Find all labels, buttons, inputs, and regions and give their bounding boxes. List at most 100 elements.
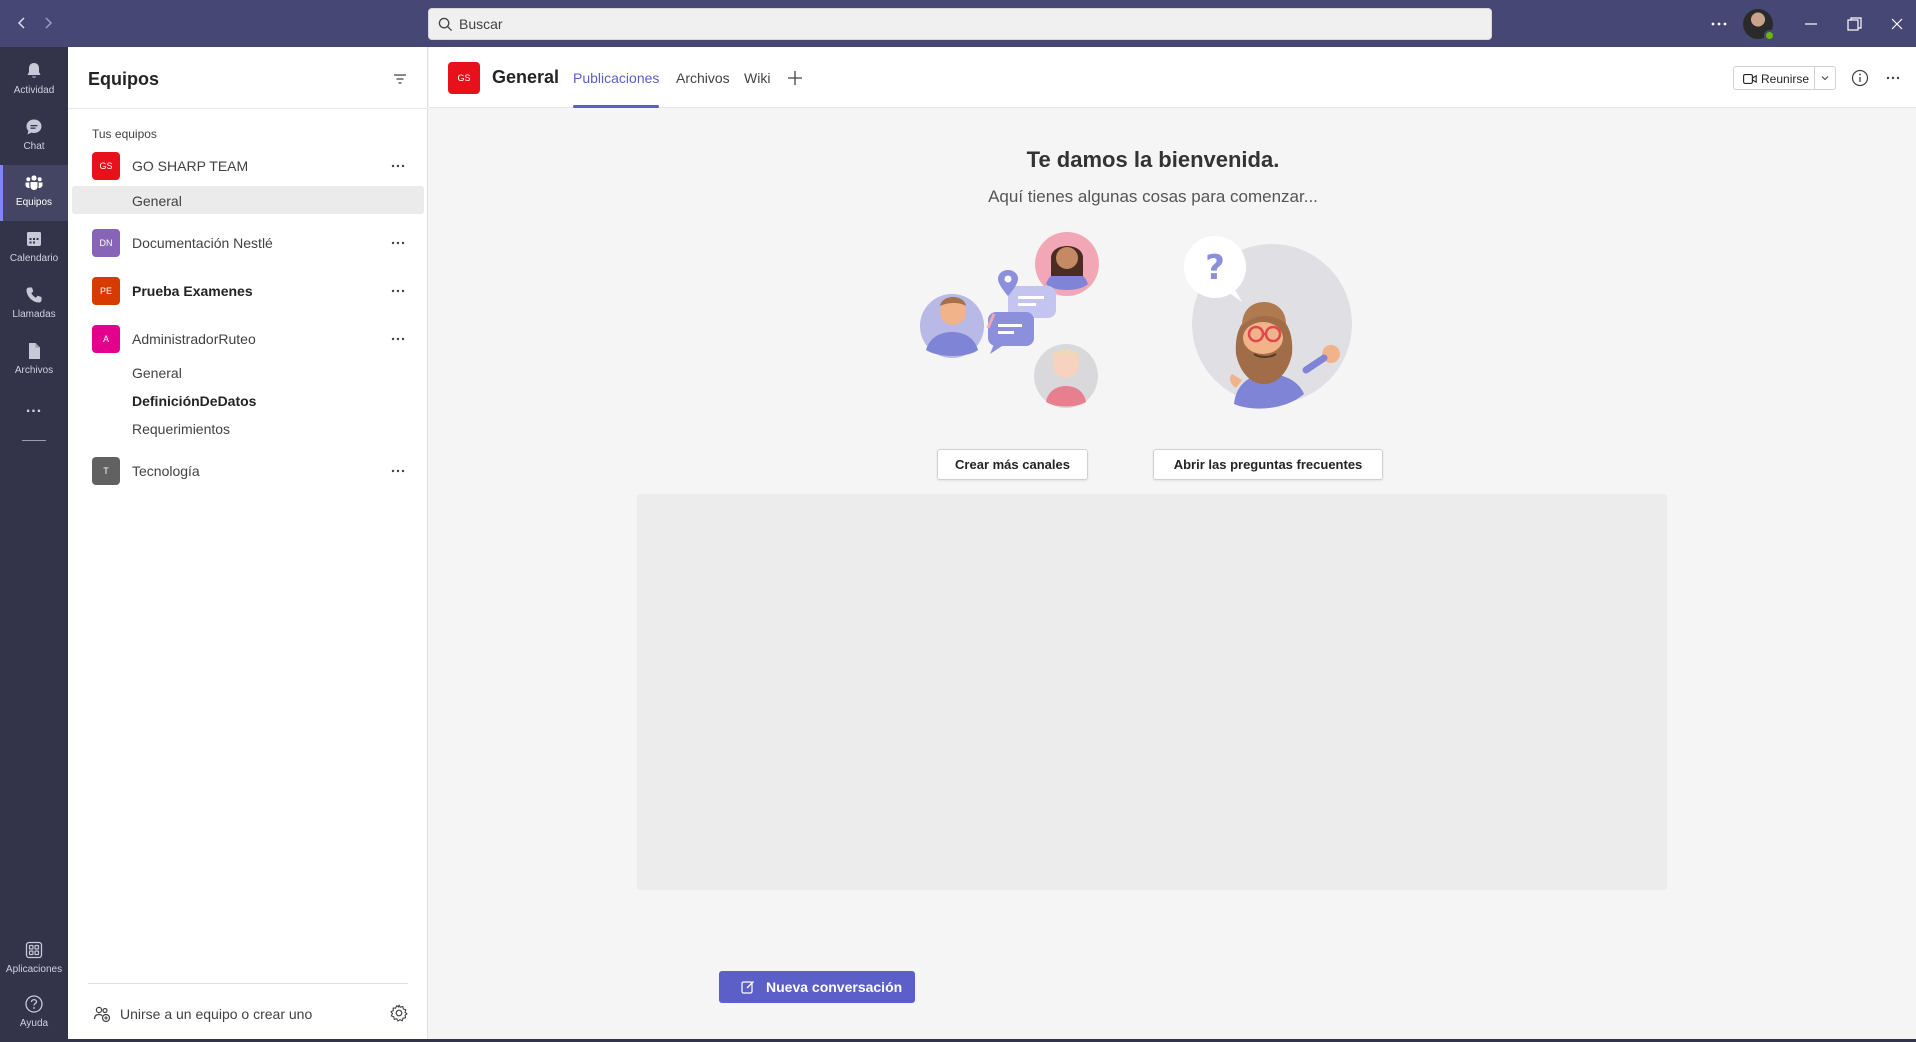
team-name: Documentación Nestlé xyxy=(132,235,273,251)
rail-label: Actividad xyxy=(13,85,55,96)
team-collaboration-illustration xyxy=(920,232,1104,416)
compose-icon xyxy=(741,980,755,994)
teams-panel: Equipos Tus equipos GS GO SHARP TEAM Gen… xyxy=(68,47,428,1042)
channel-name: General xyxy=(132,193,182,209)
team-avatar: A xyxy=(92,325,120,353)
svg-text:?: ? xyxy=(1205,248,1225,288)
team-row-documentacion[interactable]: DN Documentación Nestlé xyxy=(68,226,428,260)
team-name: GO SHARP TEAM xyxy=(132,158,249,174)
video-camera-icon xyxy=(1743,73,1757,85)
add-tab-icon[interactable] xyxy=(785,68,805,88)
more-options-icon[interactable] xyxy=(388,281,408,301)
chevron-down-icon[interactable] xyxy=(1814,66,1836,90)
create-channels-button[interactable]: Crear más canales xyxy=(937,449,1088,480)
panel-title: Equipos xyxy=(88,69,159,89)
close-icon[interactable] xyxy=(1883,10,1911,38)
faq-question-illustration: ? xyxy=(1176,234,1358,414)
open-faq-button[interactable]: Abrir las preguntas frecuentes xyxy=(1153,449,1383,480)
team-name: Prueba Examenes xyxy=(132,283,253,299)
rail-label: Calendario xyxy=(9,253,59,264)
channel-name: DefiniciónDeDatos xyxy=(132,393,257,409)
rail-label: Llamadas xyxy=(12,309,56,320)
active-tab-indicator xyxy=(573,105,659,108)
more-options-icon[interactable] xyxy=(388,156,408,176)
rail-label: Aplicaciones xyxy=(5,964,63,975)
presence-available-icon xyxy=(1764,30,1775,41)
rail-item-files[interactable]: Archivos xyxy=(0,333,68,389)
channel-name: General xyxy=(132,365,182,381)
teams-icon xyxy=(24,173,44,193)
more-options-icon[interactable] xyxy=(388,461,408,481)
rail-label: Equipos xyxy=(15,197,53,208)
rail-item-activity[interactable]: Actividad xyxy=(0,53,68,109)
channel-title: General xyxy=(492,67,560,87)
rail-item-calls[interactable]: Llamadas xyxy=(0,277,68,333)
rail-label: Ayuda xyxy=(19,1018,49,1029)
rail-item-chat[interactable]: Chat xyxy=(0,109,68,165)
rail-label: Chat xyxy=(23,141,45,152)
channel-general[interactable]: General xyxy=(72,358,424,386)
section-label: Tus equipos xyxy=(92,127,157,141)
team-name: AdministradorRuteo xyxy=(132,331,256,347)
minimize-icon[interactable] xyxy=(1797,10,1825,38)
more-label: ... xyxy=(25,399,43,416)
bell-icon xyxy=(24,61,44,81)
filter-icon[interactable] xyxy=(390,69,410,89)
title-bar xyxy=(0,0,1916,47)
more-options-icon[interactable] xyxy=(388,233,408,253)
more-options-icon[interactable] xyxy=(388,329,408,349)
back-arrow-icon[interactable] xyxy=(12,13,32,33)
avatar[interactable] xyxy=(1743,9,1775,41)
panel-bottom-divider xyxy=(88,983,408,984)
welcome-title: Te damos la bienvenida. xyxy=(1026,147,1280,172)
rail-more-apps[interactable]: ... xyxy=(0,397,68,427)
channel-general-selected[interactable]: General xyxy=(72,186,424,214)
team-avatar: DN xyxy=(92,229,120,257)
file-icon xyxy=(24,341,44,361)
team-avatar: PE xyxy=(92,277,120,305)
team-name: Tecnología xyxy=(132,463,200,479)
new-conversation-button[interactable]: Nueva conversación xyxy=(719,971,915,1003)
tab-wiki[interactable]: Wiki xyxy=(744,70,770,86)
help-icon xyxy=(24,994,44,1014)
more-options-icon[interactable] xyxy=(1882,67,1904,89)
channel-definicion[interactable]: DefiniciónDeDatos xyxy=(72,386,424,414)
team-avatar: T xyxy=(92,457,120,485)
join-label: Unirse a un equipo o crear uno xyxy=(120,1006,313,1022)
search-box[interactable] xyxy=(428,8,1492,40)
new-conversation-label: Nueva conversación xyxy=(766,979,903,995)
channel-team-avatar: GS xyxy=(448,62,480,94)
team-row-administrador[interactable]: A AdministradorRuteo xyxy=(68,322,428,356)
settings-more-icon[interactable] xyxy=(1705,10,1733,38)
meet-button[interactable]: Reunirse xyxy=(1733,66,1815,90)
welcome-subtitle: Aquí tienes algunas cosas para comenzar.… xyxy=(988,187,1318,206)
rail-label: Archivos xyxy=(14,365,54,376)
posts-feed-area xyxy=(637,494,1667,890)
search-input[interactable] xyxy=(459,9,1459,39)
rail-item-teams[interactable]: Equipos xyxy=(0,165,68,221)
panel-divider xyxy=(68,108,428,109)
channel-header: GS General Publicaciones Archivos Wiki R… xyxy=(429,47,1916,108)
team-row-tecnologia[interactable]: T Tecnología xyxy=(68,454,428,488)
join-or-create-team[interactable]: Unirse a un equipo o crear uno xyxy=(92,1002,352,1026)
channel-name: Requerimientos xyxy=(132,421,231,437)
forward-arrow-icon[interactable] xyxy=(38,13,58,33)
rail-item-apps[interactable]: Aplicaciones xyxy=(0,932,68,988)
app-rail: Actividad Chat Equipos Calendario Llamad… xyxy=(0,47,68,1042)
rail-item-calendar[interactable]: Calendario xyxy=(0,221,68,277)
team-avatar: GS xyxy=(92,152,120,180)
add-people-icon xyxy=(92,1004,112,1024)
team-row-go-sharp[interactable]: GS GO SHARP TEAM xyxy=(68,149,428,183)
phone-icon xyxy=(24,285,44,305)
tab-archivos[interactable]: Archivos xyxy=(676,70,730,86)
info-icon[interactable] xyxy=(1849,67,1871,89)
gear-icon[interactable] xyxy=(388,1002,410,1024)
rail-item-help[interactable]: Ayuda xyxy=(0,986,68,1042)
tab-publicaciones[interactable]: Publicaciones xyxy=(573,70,659,86)
calendar-icon xyxy=(24,229,44,249)
rail-divider xyxy=(22,440,46,441)
team-row-prueba[interactable]: PE Prueba Examenes xyxy=(68,274,428,308)
channel-requerimientos[interactable]: Requerimientos xyxy=(72,414,424,442)
chat-icon xyxy=(24,117,44,137)
restore-icon[interactable] xyxy=(1840,10,1868,38)
